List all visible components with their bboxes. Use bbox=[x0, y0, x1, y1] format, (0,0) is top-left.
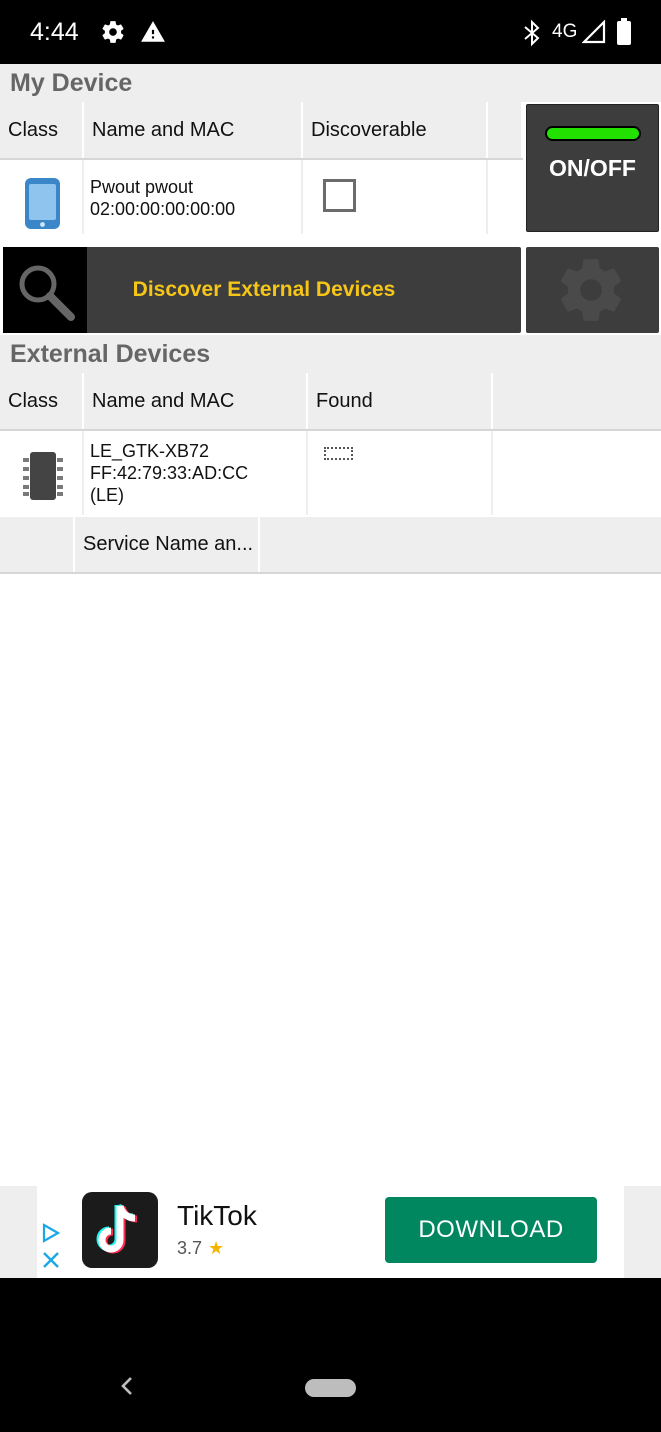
close-icon[interactable] bbox=[41, 1250, 61, 1270]
gear-icon bbox=[102, 21, 124, 43]
ad-banner[interactable]: TikTok 3.7 ★ DOWNLOAD bbox=[0, 1186, 661, 1278]
tiktok-app-icon[interactable] bbox=[82, 1192, 158, 1268]
device-name-cell: LE_GTK-XB72 FF:42:79:33:AD:CC (LE) bbox=[84, 431, 308, 515]
ad-content[interactable]: TikTok 3.7 ★ DOWNLOAD bbox=[37, 1186, 624, 1278]
warning-icon bbox=[141, 21, 165, 42]
column-service-icon[interactable] bbox=[0, 517, 75, 572]
power-indicator bbox=[545, 126, 641, 141]
column-name-mac[interactable]: Name and MAC bbox=[84, 373, 308, 429]
bluetooth-icon bbox=[524, 19, 540, 47]
navigation-bar bbox=[0, 1278, 661, 1432]
column-spare bbox=[493, 373, 661, 429]
status-time: 4:44 bbox=[30, 18, 79, 46]
class-cell bbox=[0, 160, 84, 234]
settings-button[interactable] bbox=[526, 247, 659, 333]
back-icon[interactable] bbox=[116, 1374, 138, 1398]
ad-rating-value: 3.7 bbox=[177, 1238, 203, 1258]
spare-cell bbox=[493, 431, 661, 515]
column-service-name[interactable]: Service Name an... bbox=[75, 517, 260, 572]
column-discoverable[interactable]: Discoverable bbox=[303, 102, 488, 158]
onoff-label: ON/OFF bbox=[549, 155, 636, 181]
ad-choices-icon[interactable] bbox=[40, 1222, 62, 1244]
external-devices-title: External Devices bbox=[0, 335, 661, 373]
dotted-box-icon bbox=[324, 447, 353, 460]
external-devices-header: Class Name and MAC Found bbox=[0, 373, 661, 431]
network-type: 4G bbox=[552, 21, 578, 42]
device-mac: 02:00:00:00:00:00 bbox=[90, 199, 236, 219]
status-bar: 4:44 4G bbox=[0, 0, 661, 64]
battery-icon bbox=[617, 18, 631, 45]
search-icon bbox=[19, 265, 75, 321]
column-spare bbox=[260, 517, 661, 572]
spare-cell bbox=[488, 160, 523, 234]
search-icon-box bbox=[3, 247, 87, 333]
services-header: Service Name an... bbox=[0, 517, 661, 574]
device-type: (LE) bbox=[90, 485, 125, 505]
ad-rating: 3.7 ★ bbox=[177, 1238, 224, 1259]
device-name: Pwout pwout bbox=[90, 177, 194, 197]
ad-app-name[interactable]: TikTok bbox=[177, 1200, 257, 1232]
column-class[interactable]: Class bbox=[0, 102, 84, 158]
device-name: LE_GTK-XB72 bbox=[90, 441, 210, 461]
column-class[interactable]: Class bbox=[0, 373, 84, 429]
phone-icon bbox=[25, 178, 60, 229]
star-icon: ★ bbox=[208, 1238, 225, 1258]
class-cell bbox=[0, 431, 84, 515]
column-found[interactable]: Found bbox=[308, 373, 493, 429]
device-mac: FF:42:79:33:AD:CC bbox=[90, 463, 249, 483]
signal-icon bbox=[582, 20, 606, 44]
column-spare bbox=[488, 102, 523, 158]
discover-label: Discover External Devices bbox=[132, 278, 396, 301]
discover-button[interactable]: Discover External Devices bbox=[3, 247, 521, 333]
external-device-row[interactable]: LE_GTK-XB72 FF:42:79:33:AD:CC (LE) bbox=[0, 431, 661, 515]
discoverable-cell bbox=[303, 160, 488, 234]
music-note-icon bbox=[96, 1204, 138, 1254]
ad-download-button[interactable]: DOWNLOAD bbox=[385, 1197, 597, 1263]
column-name-mac[interactable]: Name and MAC bbox=[84, 102, 303, 158]
onoff-button[interactable]: ON/OFF bbox=[526, 104, 659, 232]
home-pill[interactable] bbox=[305, 1379, 356, 1397]
my-device-row[interactable]: Pwout pwout 02:00:00:00:00:00 bbox=[0, 160, 523, 234]
gear-icon bbox=[561, 259, 621, 321]
found-cell bbox=[308, 431, 493, 515]
discoverable-checkbox[interactable] bbox=[323, 179, 356, 212]
device-name-cell: Pwout pwout 02:00:00:00:00:00 bbox=[84, 160, 303, 234]
my-device-header: Class Name and MAC Discoverable bbox=[0, 102, 523, 160]
my-device-title: My Device bbox=[0, 64, 661, 102]
chip-icon bbox=[23, 452, 63, 500]
